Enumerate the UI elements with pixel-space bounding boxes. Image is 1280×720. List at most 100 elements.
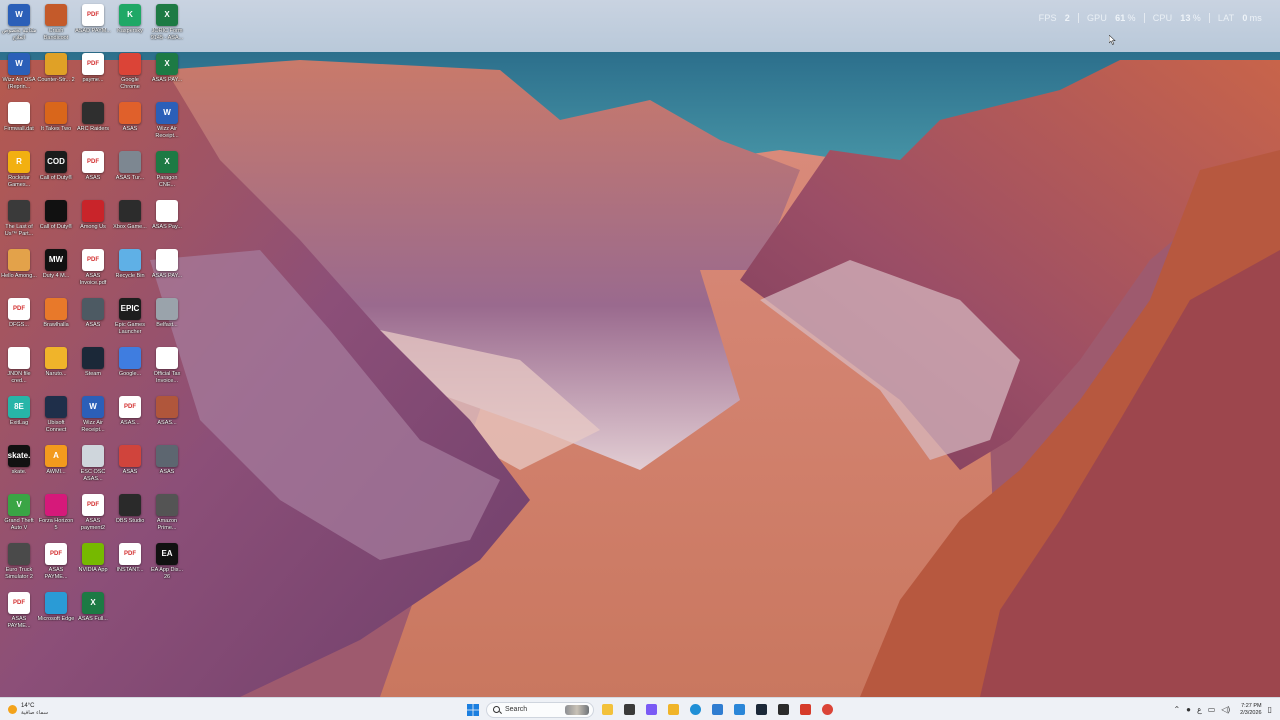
desktop-icon[interactable]: Hello Among... bbox=[0, 245, 38, 293]
nvidia-icon bbox=[82, 543, 104, 565]
forza-icon bbox=[45, 494, 67, 516]
desktop-icon[interactable]: X Paragon CNE... bbox=[148, 147, 186, 195]
gpu-metric: GPU 61 % bbox=[1077, 13, 1144, 23]
fps-label: FPS bbox=[1038, 13, 1057, 23]
volume-icon[interactable]: ◁) bbox=[1221, 705, 1230, 714]
weather-widget[interactable]: 14°C سماء صافية bbox=[8, 700, 48, 719]
desktop-icon[interactable]: EA EA App Dis... 26 bbox=[148, 539, 186, 587]
word-doc-icon: W bbox=[8, 53, 30, 75]
desktop-icon[interactable]: V Grand Theft Auto V bbox=[0, 490, 38, 538]
desktop-icon[interactable]: K Kaspersky bbox=[111, 0, 149, 48]
desktop-icon[interactable]: Xbox Game... bbox=[111, 196, 149, 244]
desktop-icon[interactable]: PDF INSTANT... bbox=[111, 539, 149, 587]
desktop-icon[interactable]: A AWMI... bbox=[37, 441, 75, 489]
taskbar-app-button[interactable] bbox=[730, 701, 748, 719]
desktop-icon[interactable]: Euro Truck Simulator 2 bbox=[0, 539, 38, 587]
desktop-icon[interactable]: It Takes Two bbox=[37, 98, 75, 146]
desktop-icon[interactable]: PDF payme... bbox=[74, 49, 112, 97]
desktop-icon[interactable]: Brawlhalla bbox=[37, 294, 75, 342]
desktop-icon[interactable]: ASAS bbox=[74, 294, 112, 342]
desktop-icon[interactable]: W Wizz Air OSA (Reprin... bbox=[0, 49, 38, 97]
network-icon[interactable]: ▭ bbox=[1208, 705, 1216, 714]
desktop-icon[interactable]: PDF ASAS PAYME... bbox=[0, 588, 38, 636]
desktop-icon[interactable]: Recycle Bin bbox=[111, 245, 149, 293]
desktop-icon[interactable]: OBS Studio bbox=[111, 490, 149, 538]
desktop-icon[interactable]: PDF ASAD PAYM... bbox=[74, 0, 112, 48]
taskbar-search-box[interactable]: Search bbox=[486, 701, 594, 718]
desktop-icon[interactable]: Google... bbox=[111, 343, 149, 391]
desktop-icon[interactable]: PDF DFGS... bbox=[0, 294, 38, 342]
taskbar-app-button[interactable] bbox=[708, 701, 726, 719]
desktop-icon[interactable]: Official Tax Invoice... bbox=[148, 343, 186, 391]
language-icon[interactable]: ع bbox=[1197, 705, 1202, 714]
taskbar-app-button[interactable] bbox=[664, 701, 682, 719]
desktop-icon[interactable]: skate. skate. bbox=[0, 441, 38, 489]
desktop-icon[interactable]: 8E ExitLag bbox=[0, 392, 38, 440]
desktop-icon[interactable]: COD Call of Duty® bbox=[37, 147, 75, 195]
game-icon bbox=[45, 347, 67, 369]
chevron-up-icon[interactable]: ⌃ bbox=[1173, 705, 1180, 714]
desktop-icon[interactable]: W Wizz Air Receipt... bbox=[148, 98, 186, 146]
taskbar-app-button[interactable] bbox=[796, 701, 814, 719]
notification-icon[interactable]: ▯ bbox=[1268, 705, 1272, 714]
desktop-icon[interactable]: Firmwall.dat bbox=[0, 98, 38, 146]
desktop-icon[interactable]: PDF ASAS PAYME... bbox=[37, 539, 75, 587]
desktop-icon[interactable]: Steam bbox=[74, 343, 112, 391]
desktop-icon[interactable]: Belfast... bbox=[148, 294, 186, 342]
desktop-icon-label: Call of Duty® bbox=[39, 175, 73, 181]
desktop-icon[interactable]: W مكاتبة بخصوص العلاج bbox=[0, 0, 38, 48]
desktop-icon[interactable]: ASAS bbox=[111, 441, 149, 489]
desktop-icon[interactable]: ASAS... bbox=[148, 392, 186, 440]
taskbar-app-button[interactable] bbox=[642, 701, 660, 719]
steam-icon bbox=[755, 704, 767, 715]
microphone-icon[interactable]: ● bbox=[1186, 705, 1191, 714]
taskbar-app-button[interactable] bbox=[620, 701, 638, 719]
desktop-icon[interactable]: NVIDIA App bbox=[74, 539, 112, 587]
desktop-icon[interactable]: ASAS PAY... bbox=[148, 245, 186, 293]
desktop-icon[interactable]: Google Chrome bbox=[111, 49, 149, 97]
desktop-icon[interactable]: PDF ASAS... bbox=[111, 392, 149, 440]
desktop-icon[interactable]: R Rockstar Games... bbox=[0, 147, 38, 195]
desktop-icon[interactable]: PDF ASAS Invoice.pdf bbox=[74, 245, 112, 293]
desktop-icon-label: مكاتبة بخصوص العلاج bbox=[1, 28, 37, 41]
desktop-icon[interactable]: X ASAS PAY... bbox=[148, 49, 186, 97]
chrome-icon bbox=[821, 704, 833, 715]
taskbar-app-button[interactable] bbox=[598, 701, 616, 719]
start-button[interactable] bbox=[464, 701, 482, 719]
desktop-icon[interactable]: Call of Duty® bbox=[37, 196, 75, 244]
desktop-icon[interactable]: JNDN file cred... bbox=[0, 343, 38, 391]
desktop-icon[interactable]: MW Duty 4 M... bbox=[37, 245, 75, 293]
desktop-icon[interactable]: Crash Bandicoot bbox=[37, 0, 75, 48]
clock[interactable]: 7:27 PM 2/3/2026 bbox=[1240, 703, 1261, 717]
desktop-icon[interactable]: ARC Raiders bbox=[74, 98, 112, 146]
desktop-icon[interactable]: Counter-Str... 2 bbox=[37, 49, 75, 97]
task-view-icon bbox=[623, 704, 635, 715]
desktop-icon[interactable]: W Wizz Air Receipt... bbox=[74, 392, 112, 440]
taskbar-app-button[interactable] bbox=[774, 701, 792, 719]
mouse-pointer-icon bbox=[1109, 35, 1116, 45]
taskbar-app-button[interactable] bbox=[752, 701, 770, 719]
desktop-icon[interactable]: ASAS Pay... bbox=[148, 196, 186, 244]
desktop-icon[interactable]: Naruto... bbox=[37, 343, 75, 391]
pinned-apps bbox=[598, 701, 836, 719]
desktop-icon-label: ASAS bbox=[85, 322, 101, 328]
desktop-icon[interactable]: Ubisoft Connect bbox=[37, 392, 75, 440]
desktop-icon[interactable]: The Last of Us™ Part... bbox=[0, 196, 38, 244]
desktop-icon[interactable]: PDF ASAS bbox=[74, 147, 112, 195]
desktop-icon[interactable]: X JORIC Form 9145 - ASA... bbox=[148, 0, 186, 48]
desktop-icon[interactable]: ESC OSC ASAS... bbox=[74, 441, 112, 489]
desktop-icon[interactable]: PDF ASAS payment2 bbox=[74, 490, 112, 538]
desktop-icon[interactable]: ASAS Tur... bbox=[111, 147, 149, 195]
desktop-icon[interactable]: Microsoft Edge bbox=[37, 588, 75, 636]
desktop-icon[interactable]: Among Us bbox=[74, 196, 112, 244]
game-icon bbox=[45, 102, 67, 124]
taskbar-app-button[interactable] bbox=[818, 701, 836, 719]
taskbar-app-button[interactable] bbox=[686, 701, 704, 719]
desktop-icon[interactable]: ASAS bbox=[148, 441, 186, 489]
desktop-icon[interactable]: Amazon Prime... bbox=[148, 490, 186, 538]
search-icon bbox=[493, 706, 500, 713]
desktop-icon[interactable]: EPIC Epic Games Launcher bbox=[111, 294, 149, 342]
desktop-icon[interactable]: X ASAS Full... bbox=[74, 588, 112, 636]
desktop-icon[interactable]: ASAS bbox=[111, 98, 149, 146]
desktop-icon[interactable]: Forza Horizon 5 bbox=[37, 490, 75, 538]
